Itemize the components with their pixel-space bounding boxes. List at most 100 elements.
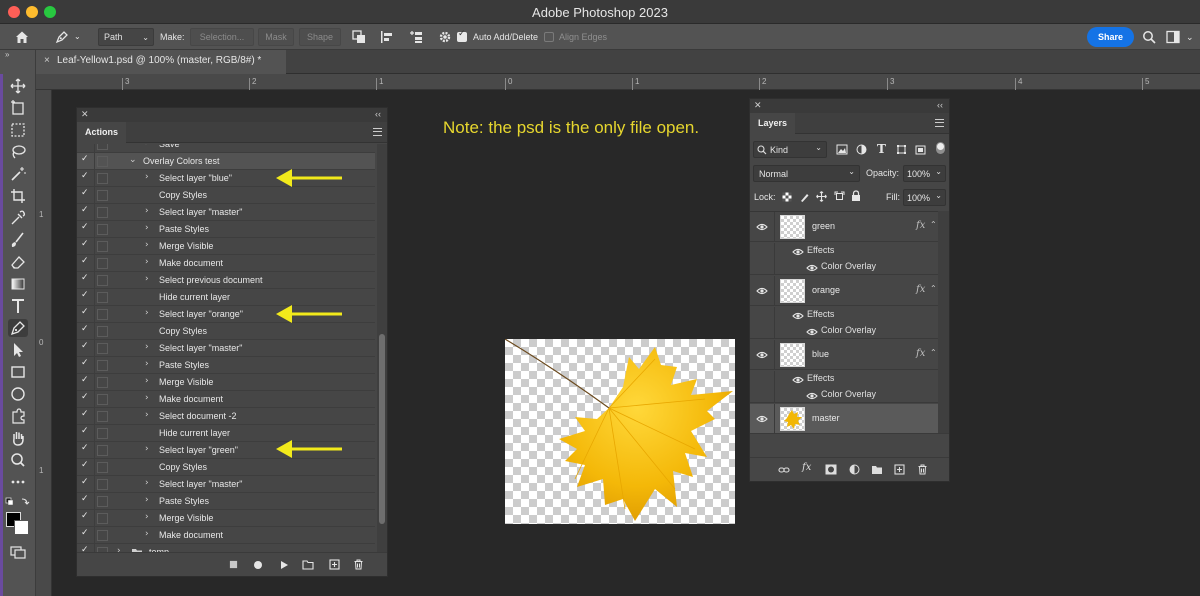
make-mask-button[interactable]: Mask	[258, 28, 294, 46]
home-icon[interactable]	[14, 29, 30, 45]
trash-icon[interactable]	[353, 559, 364, 570]
action-row[interactable]: ✓ › Merge Visible	[77, 238, 375, 255]
dialog-toggle-box[interactable]	[97, 207, 108, 218]
dialog-toggle-box[interactable]	[97, 292, 108, 303]
action-row[interactable]: ✓ › Select layer "master"	[77, 340, 375, 357]
layer-effects-row[interactable]: Effects	[750, 307, 949, 323]
dialog-toggle-box[interactable]	[97, 428, 108, 439]
visibility-eye-icon[interactable]	[756, 222, 768, 234]
visibility-eye-icon[interactable]	[806, 263, 818, 275]
expand-chevron-icon[interactable]: ›	[145, 257, 149, 267]
layer-effects-icon[interactable]: fx	[916, 348, 925, 359]
action-toggle-check-icon[interactable]: ✓	[81, 239, 89, 249]
folder-icon[interactable]	[871, 464, 883, 475]
play-icon[interactable]	[279, 560, 289, 570]
type-tool[interactable]	[8, 297, 28, 315]
adjustment-layer-icon[interactable]	[849, 464, 860, 475]
layer-effects-row[interactable]: Effects	[750, 371, 949, 387]
expand-chevron-icon[interactable]: ›	[145, 376, 149, 386]
dialog-toggle-box[interactable]	[97, 190, 108, 201]
dialog-toggle-box[interactable]	[97, 144, 108, 150]
action-row[interactable]: ✓ › Select previous document	[77, 272, 375, 289]
make-shape-button[interactable]: Shape	[299, 28, 341, 46]
dialog-toggle-box[interactable]	[97, 309, 108, 320]
lock-transparent-pixels-icon[interactable]	[782, 192, 792, 202]
layer-thumbnail[interactable]	[780, 343, 805, 367]
ellipse-tool[interactable]	[8, 385, 28, 403]
dialog-toggle-box[interactable]	[97, 394, 108, 405]
action-toggle-check-icon[interactable]: ✓	[81, 494, 89, 504]
artboard-tool[interactable]	[8, 99, 28, 117]
filter-adjustment-icon[interactable]	[856, 144, 867, 155]
layer-effects-icon[interactable]: fx	[916, 220, 925, 231]
add-mask-icon[interactable]	[825, 464, 837, 475]
path-arrangement-icon[interactable]	[408, 29, 424, 45]
dialog-toggle-box[interactable]	[97, 513, 108, 524]
eraser-tool[interactable]	[8, 253, 28, 271]
expand-chevron-icon[interactable]: ›	[145, 172, 149, 182]
brush-tool[interactable]	[8, 231, 28, 249]
action-row[interactable]: ✓ › Paste Styles	[77, 357, 375, 374]
more-tools[interactable]	[8, 473, 28, 491]
filter-pixel-icon[interactable]	[836, 144, 848, 155]
dialog-toggle-box[interactable]	[97, 445, 108, 456]
action-row[interactable]: ✓ › Make document	[77, 391, 375, 408]
rectangle-tool[interactable]	[8, 363, 28, 381]
panel-menu-icon[interactable]	[935, 119, 944, 127]
action-toggle-check-icon[interactable]: ✓	[81, 222, 89, 232]
close-icon[interactable]: ✕	[754, 100, 762, 111]
custom-shape-tool[interactable]	[8, 407, 28, 425]
workspace-icon[interactable]	[1166, 30, 1180, 44]
chevron-down-icon[interactable]: ⌄	[74, 24, 81, 50]
action-toggle-check-icon[interactable]: ✓	[81, 426, 89, 436]
visibility-eye-icon[interactable]	[806, 327, 818, 339]
expand-chevron-icon[interactable]: ›	[145, 444, 149, 454]
dialog-toggle-box[interactable]	[97, 411, 108, 422]
collapse-panel-icon[interactable]: ‹‹	[375, 109, 381, 119]
expand-chevron-icon[interactable]: ⌄	[129, 155, 137, 165]
action-toggle-check-icon[interactable]: ✓	[81, 545, 89, 552]
expand-chevron-icon[interactable]: ›	[145, 240, 149, 250]
action-row[interactable]: ✓ › Make document	[77, 255, 375, 272]
expand-chevron-icon[interactable]: ›	[145, 495, 149, 505]
expand-toolbar-icon[interactable]: »	[5, 50, 9, 59]
dialog-toggle-box[interactable]	[97, 241, 108, 252]
visibility-eye-icon[interactable]	[806, 391, 818, 403]
action-row[interactable]: ✓ › Merge Visible	[77, 374, 375, 391]
expand-chevron-icon[interactable]: ›	[145, 308, 149, 318]
visibility-eye-icon[interactable]	[756, 414, 768, 426]
action-toggle-check-icon[interactable]: ✓	[81, 324, 89, 334]
filter-type-icon[interactable]: T	[877, 142, 886, 156]
visibility-eye-icon[interactable]	[792, 247, 804, 259]
search-icon[interactable]	[1142, 30, 1156, 44]
dialog-toggle-box[interactable]	[97, 343, 108, 354]
layer-thumbnail[interactable]	[780, 215, 805, 239]
filter-shape-icon[interactable]	[896, 144, 907, 155]
tab-layers[interactable]: Layers	[750, 113, 796, 134]
action-toggle-check-icon[interactable]: ✓	[81, 256, 89, 266]
trash-icon[interactable]	[917, 464, 928, 475]
actions-scrollbar[interactable]	[377, 144, 387, 552]
record-icon[interactable]	[253, 560, 263, 570]
expand-chevron-icon[interactable]: ›	[145, 342, 149, 352]
expand-chevron-icon[interactable]: ›	[145, 512, 149, 522]
action-toggle-check-icon[interactable]: ✓	[81, 188, 89, 198]
share-button[interactable]: Share	[1087, 27, 1134, 47]
color-overlay-row[interactable]: Color Overlay	[750, 259, 949, 275]
visibility-eye-icon[interactable]	[792, 375, 804, 387]
action-toggle-check-icon[interactable]: ✓	[81, 443, 89, 453]
chevron-up-icon[interactable]: ⌃	[930, 220, 937, 229]
pen-tool-preset-icon[interactable]	[54, 29, 70, 45]
path-alignment-icon[interactable]	[380, 30, 394, 44]
action-row[interactable]: ✓ › Paste Styles	[77, 221, 375, 238]
close-icon[interactable]: ✕	[81, 109, 89, 120]
marquee-tool[interactable]	[8, 121, 28, 139]
new-layer-icon[interactable]	[894, 464, 905, 475]
path-selection-tool[interactable]	[8, 341, 28, 359]
blend-mode-select[interactable]: Normal ⌄	[753, 165, 860, 182]
opacity-input[interactable]: 100% ⌄	[903, 165, 946, 182]
visibility-eye-icon[interactable]	[756, 286, 768, 298]
action-row[interactable]: ✓ › Make document	[77, 527, 375, 544]
stop-icon[interactable]	[229, 560, 238, 569]
dialog-toggle-box[interactable]	[97, 173, 108, 184]
